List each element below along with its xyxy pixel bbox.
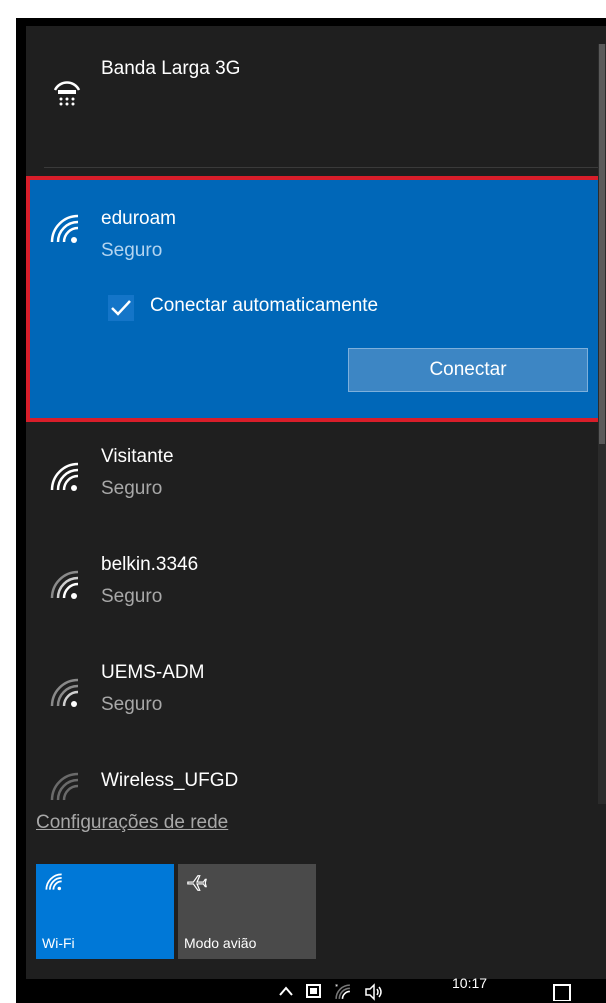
taskbar-clock[interactable]: 10:17 xyxy=(452,975,487,991)
network-name: Visitante xyxy=(101,446,174,467)
network-item-eduroam-selected[interactable]: eduroam Seguro Conectar automaticamente … xyxy=(26,176,606,422)
svg-text:*: * xyxy=(335,983,338,990)
network-name: Banda Larga 3G xyxy=(101,58,241,79)
scrollbar-thumb[interactable] xyxy=(599,44,605,444)
network-name: UEMS-ADM xyxy=(101,662,205,683)
network-item-visitante[interactable]: Visitante Seguro xyxy=(26,426,606,536)
airplane-icon xyxy=(187,875,207,891)
network-item-banda-larga-3g[interactable]: Banda Larga 3G xyxy=(26,26,606,166)
wifi-secure-icon xyxy=(50,570,79,599)
volume-icon[interactable] xyxy=(364,983,384,1001)
network-settings-link[interactable]: Configurações de rede xyxy=(36,812,228,834)
network-status: Seguro xyxy=(101,694,163,715)
network-item-uems-adm[interactable]: UEMS-ADM Seguro xyxy=(26,642,606,752)
chevron-up-icon[interactable] xyxy=(278,983,294,999)
divider xyxy=(44,167,601,168)
quick-action-label: Wi-Fi xyxy=(42,935,75,951)
wifi-icon xyxy=(50,772,79,801)
network-status: Seguro xyxy=(101,240,163,261)
wifi-icon xyxy=(45,873,62,891)
network-status: Seguro xyxy=(101,478,163,499)
wifi-secure-icon xyxy=(50,678,79,707)
wifi-secure-icon xyxy=(50,462,79,491)
quick-action-label: Modo avião xyxy=(184,935,257,951)
network-name: belkin.3346 xyxy=(101,554,199,575)
network-status: Seguro xyxy=(101,586,163,607)
taskbar: * 10:17 xyxy=(16,975,606,1003)
auto-connect-checkbox[interactable] xyxy=(108,295,134,321)
network-item-wireless-ufgd[interactable]: Wireless_UFGD xyxy=(26,750,606,801)
battery-icon[interactable] xyxy=(306,983,322,999)
auto-connect-label[interactable]: Conectar automaticamente xyxy=(150,295,378,317)
connect-button[interactable]: Conectar xyxy=(348,348,588,392)
scrollbar[interactable] xyxy=(598,44,606,804)
quick-action-airplane-mode[interactable]: Modo avião xyxy=(178,864,316,959)
network-flyout: Banda Larga 3G eduroam Seguro Conectar a… xyxy=(26,26,606,979)
network-flyout-frame: Banda Larga 3G eduroam Seguro Conectar a… xyxy=(16,18,606,1003)
network-item-belkin-3346[interactable]: belkin.3346 Seguro xyxy=(26,534,606,644)
action-center-icon[interactable] xyxy=(552,983,572,1001)
cellular-modem-icon xyxy=(53,81,81,106)
wifi-secure-icon xyxy=(50,214,79,243)
quick-action-wifi[interactable]: Wi-Fi xyxy=(36,864,174,959)
checkmark-icon xyxy=(111,300,131,316)
network-name: eduroam xyxy=(101,208,176,229)
wifi-status-icon[interactable]: * xyxy=(334,983,352,1001)
network-name: Wireless_UFGD xyxy=(101,770,239,791)
